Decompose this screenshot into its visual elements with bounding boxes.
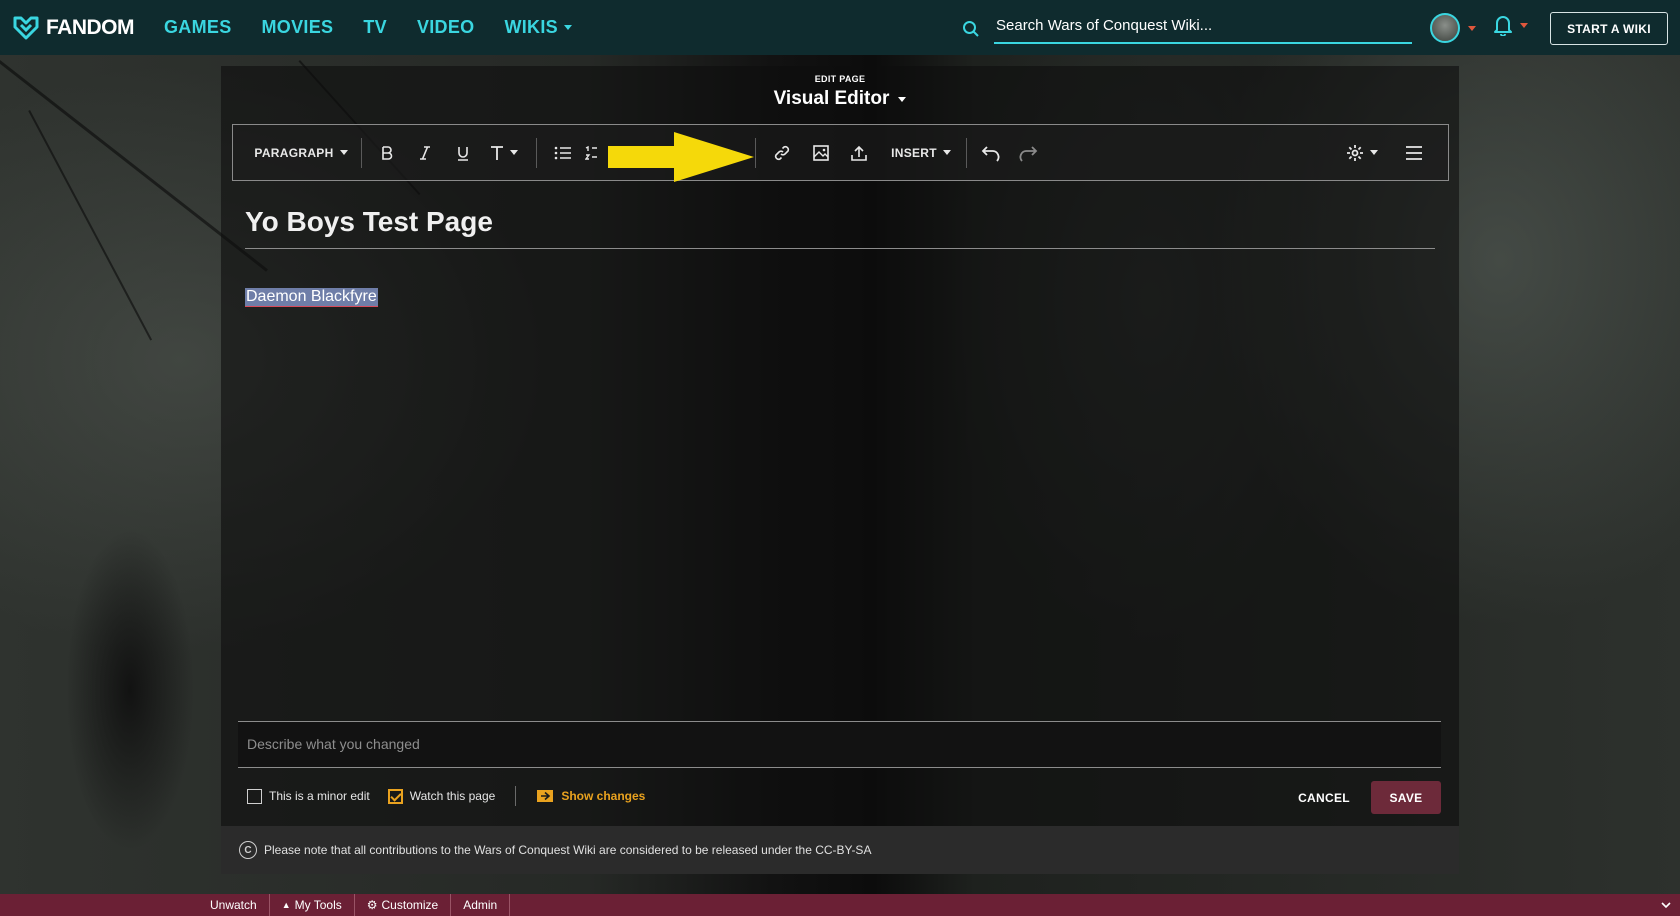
admin-link[interactable]: Admin: [451, 894, 511, 916]
fandom-logo-text: FANDOM: [46, 15, 135, 39]
search-input[interactable]: Search Wars of Conquest Wiki...: [994, 14, 1412, 44]
italic-icon: [420, 145, 430, 160]
chevron-up-icon: ▲: [281, 900, 291, 910]
watch-page-checkbox[interactable]: [387, 788, 403, 804]
fandom-logo[interactable]: FANDOM: [12, 15, 135, 41]
paragraph-format-dropdown[interactable]: PARAGRAPH: [241, 138, 361, 168]
editor-header: EDIT PAGE Visual Editor: [0, 74, 1680, 110]
paragraph-format-label: PARAGRAPH: [254, 145, 334, 160]
editor-mode-switch[interactable]: Visual Editor: [774, 88, 907, 110]
show-changes-button[interactable]: Show changes: [536, 788, 645, 804]
nav-tv[interactable]: TV: [363, 17, 387, 38]
undo-button[interactable]: [969, 138, 1013, 168]
customize-label: Customize: [381, 898, 439, 912]
text-style-dropdown[interactable]: [482, 138, 526, 168]
chevron-down-icon: [1468, 25, 1476, 31]
more-menu-button[interactable]: [1394, 138, 1434, 168]
options-divider: [515, 786, 517, 806]
upload-icon: [851, 145, 867, 161]
page-settings-dropdown[interactable]: [1342, 138, 1382, 168]
image-icon: [813, 144, 829, 161]
link-button[interactable]: [762, 138, 802, 168]
summary-divider: [238, 767, 1441, 768]
toolbar-divider: [536, 137, 537, 168]
bold-button[interactable]: [368, 138, 406, 168]
underline-button[interactable]: [444, 138, 482, 168]
fandom-heart-icon: [13, 16, 39, 39]
chevron-down-icon: [563, 25, 572, 30]
nav-movies[interactable]: MOVIES: [262, 17, 334, 38]
chevron-down-icon: [1520, 22, 1528, 28]
save-options: This is a minor edit Watch this page Sho…: [247, 786, 645, 806]
unwatch-label: Unwatch: [210, 898, 257, 912]
redo-icon: [1019, 145, 1038, 162]
editor-mode-label: Visual Editor: [773, 88, 890, 109]
editor-toolbar: PARAGRAPH INSERT: [232, 124, 1449, 181]
insert-dropdown[interactable]: INSERT: [884, 138, 958, 168]
chevron-down-icon: [898, 96, 907, 102]
watch-page-label: Watch this page: [409, 789, 496, 803]
nav-games[interactable]: GAMES: [164, 17, 232, 38]
page-title[interactable]: Yo Boys Test Page: [245, 206, 493, 238]
upload-button[interactable]: [840, 138, 878, 168]
bullet-list-icon: [554, 146, 571, 159]
cancel-button[interactable]: CANCEL: [1284, 784, 1364, 812]
customize-link[interactable]: ⚙ Customize: [355, 894, 452, 916]
annotation-arrow: [608, 132, 754, 182]
user-menu[interactable]: [1430, 13, 1476, 43]
license-text: Please note that all contributions to th…: [264, 843, 872, 857]
my-tools-menu[interactable]: ▲ My Tools: [270, 894, 355, 916]
top-navigation: FANDOM GAMES MOVIES TV VIDEO WIKIS Searc…: [0, 0, 1680, 55]
article-body-text[interactable]: Daemon Blackfyre: [245, 288, 378, 307]
start-a-wiki-button[interactable]: START A WIKI: [1550, 12, 1668, 45]
nav-wikis-label: WIKIS: [504, 17, 558, 37]
show-changes-label: Show changes: [561, 789, 646, 803]
title-divider: [245, 248, 1435, 249]
nav-wikis[interactable]: WIKIS: [504, 17, 572, 38]
gear-icon: [1347, 144, 1363, 161]
chevron-down-icon: [510, 150, 518, 155]
image-button[interactable]: [802, 138, 840, 168]
nav-video[interactable]: VIDEO: [417, 17, 475, 38]
chevron-down-icon: [339, 150, 348, 155]
background-branch: [28, 110, 153, 341]
edit-page-label: EDIT PAGE: [814, 74, 866, 84]
underline-icon: [458, 146, 468, 161]
background-figure: [40, 460, 220, 900]
search-bar: Search Wars of Conquest Wiki...: [962, 14, 1412, 44]
menu-icon: [1406, 145, 1422, 160]
chevron-down-icon[interactable]: [1660, 899, 1672, 911]
numbered-list-icon: [585, 145, 597, 160]
bell-icon: [1494, 16, 1512, 36]
my-tools-label: My Tools: [294, 898, 342, 912]
insert-label: INSERT: [891, 145, 937, 160]
show-changes-icon: [537, 790, 554, 802]
cc-icon: C: [239, 841, 257, 859]
main-nav: GAMES MOVIES TV VIDEO WIKIS: [164, 17, 572, 38]
wiki-toolbar: Unwatch ▲ My Tools ⚙ Customize Admin: [0, 894, 1680, 916]
license-notice: C Please note that all contributions to …: [221, 826, 1459, 874]
redo-button[interactable]: [1013, 138, 1043, 168]
undo-icon: [981, 145, 1000, 162]
notifications[interactable]: [1494, 14, 1528, 36]
minor-edit-checkbox[interactable]: [247, 788, 262, 804]
admin-label: Admin: [463, 898, 498, 912]
avatar[interactable]: [1430, 13, 1460, 43]
minor-edit-label: This is a minor edit: [269, 789, 370, 803]
bold-icon: [382, 145, 393, 160]
gear-icon: ⚙: [366, 898, 378, 912]
chevron-down-icon: [1370, 150, 1378, 155]
chevron-down-icon: [942, 150, 951, 155]
text-style-icon: [491, 145, 503, 160]
toolbar-divider: [361, 137, 362, 168]
link-icon: [774, 145, 790, 160]
bullet-list-button[interactable]: [541, 138, 585, 168]
search-icon[interactable]: [962, 20, 980, 38]
save-button[interactable]: SAVE: [1371, 781, 1441, 814]
numbered-list-button[interactable]: [585, 138, 605, 168]
italic-button[interactable]: [406, 138, 444, 168]
toolbar-divider: [966, 137, 967, 168]
edit-summary-input[interactable]: Describe what you changed: [238, 722, 1441, 767]
unwatch-link[interactable]: Unwatch: [198, 894, 270, 916]
